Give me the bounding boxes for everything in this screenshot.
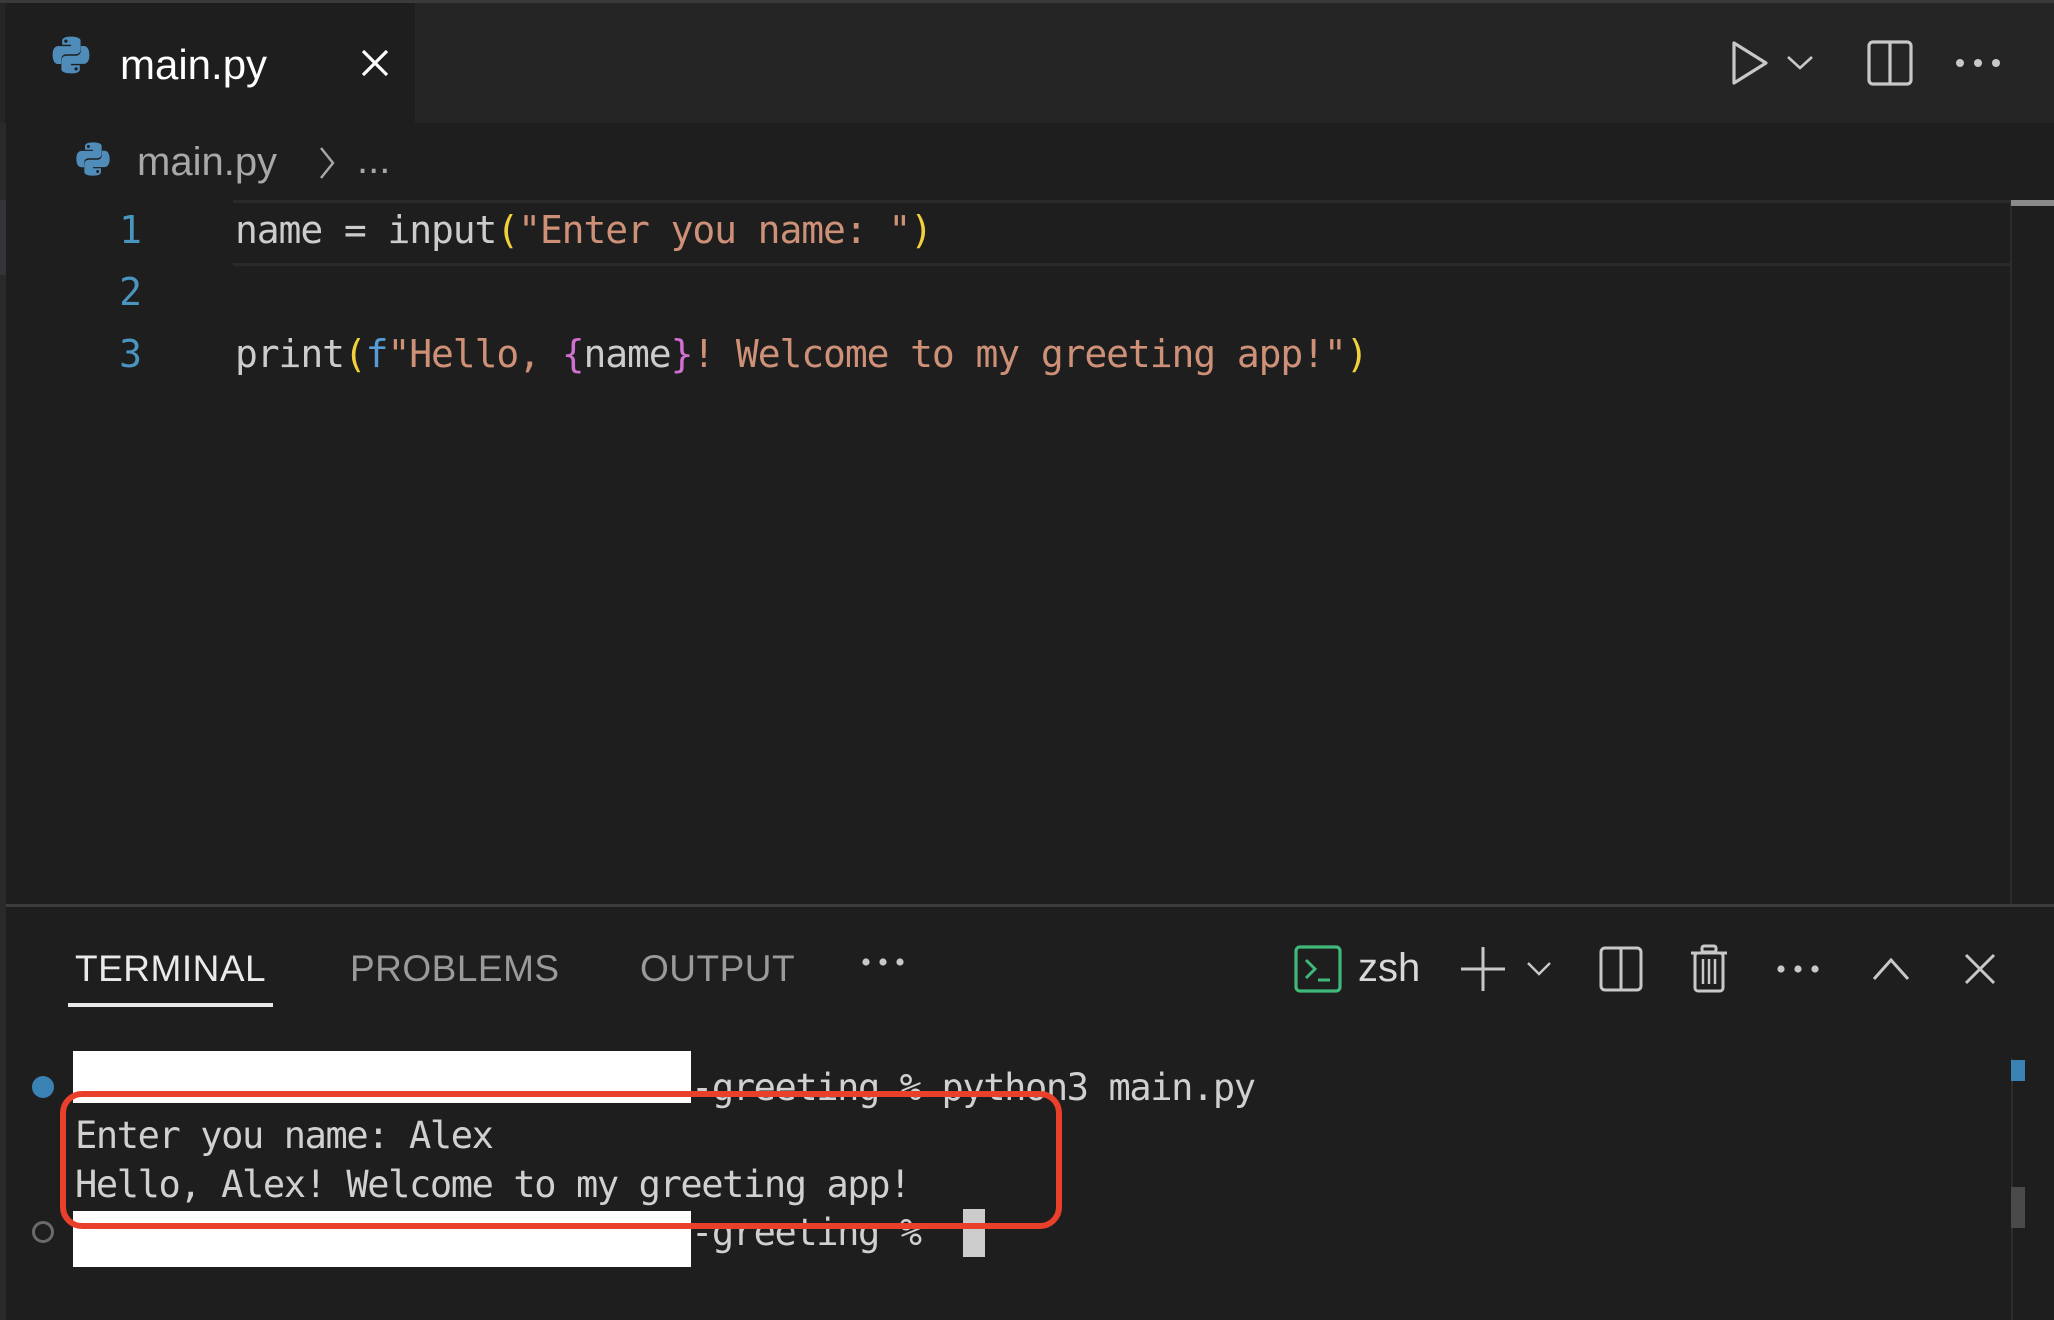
command-success-icon[interactable] [32,1076,54,1098]
line-number: 1 [119,208,142,252]
chevron-down-icon[interactable] [1522,942,1556,996]
editor-scrollbar[interactable] [2011,200,2054,206]
activity-edge-highlight [0,200,6,275]
code-token-plain: print [235,332,345,376]
tab-problems[interactable]: PROBLEMS [350,946,560,992]
active-tab-indicator [68,1003,273,1007]
tab-terminal[interactable]: TERMINAL [75,946,266,992]
code-line[interactable]: print(f"Hello, {name}! Welcome to my gre… [235,323,1369,385]
code-token-brace: { [561,332,585,376]
tab-output[interactable]: OUTPUT [640,946,795,992]
code-token-brace: } [670,332,694,376]
code-token-plain: name = input [235,208,497,252]
run-icon[interactable] [1722,35,1778,91]
code-token-paren: ( [343,332,367,376]
panel-border [6,904,2054,907]
code-token-paren: ) [1345,332,1369,376]
tab-label: main.py [120,41,268,88]
activity-edge [0,123,6,1320]
line-number: 2 [119,270,142,314]
code-token-plain: name [583,332,671,376]
code-token-string: ! Welcome to my greeting app!" [692,332,1346,376]
terminal-icon [1292,942,1344,996]
terminal-scrollbar[interactable] [2011,1187,2025,1228]
code-line[interactable]: name = input("Enter you name: ") [235,199,933,261]
command-idle-icon[interactable] [32,1221,54,1243]
more-actions-icon[interactable] [1950,35,2006,91]
code-token-keyword: f [365,332,389,376]
code-token-string: "Enter you name: " [518,208,911,252]
more-tabs-icon[interactable] [860,955,906,974]
split-terminal-icon[interactable] [1596,942,1646,996]
close-icon[interactable] [355,43,395,83]
split-editor-icon[interactable] [1862,35,1918,91]
terminal-name[interactable]: zsh [1358,944,1420,992]
editor-tab-main-py[interactable]: main.py [5,3,415,123]
close-panel-icon[interactable] [1958,942,2002,996]
breadcrumb-file[interactable]: main.py [137,138,277,186]
plus-icon[interactable] [1458,942,1508,996]
more-actions-icon[interactable] [1774,942,1822,996]
minimap-border [2010,200,2012,906]
chevron-down-icon[interactable] [1780,35,1820,91]
annotation-highlight-box [60,1091,1062,1229]
code-token-string: "Hello, [387,332,562,376]
python-icon [74,139,112,184]
breadcrumb: main.py ... [60,125,460,201]
line-number: 3 [119,332,142,376]
python-icon [50,33,92,82]
chevron-up-icon[interactable] [1866,942,1916,996]
code-token-paren: ) [910,208,933,252]
chevron-right-icon [317,145,337,186]
terminal-scroll-marker [2011,1060,2025,1081]
trash-icon[interactable] [1686,942,1732,996]
code-token-paren: ( [496,208,519,252]
breadcrumb-more[interactable]: ... [357,136,390,184]
